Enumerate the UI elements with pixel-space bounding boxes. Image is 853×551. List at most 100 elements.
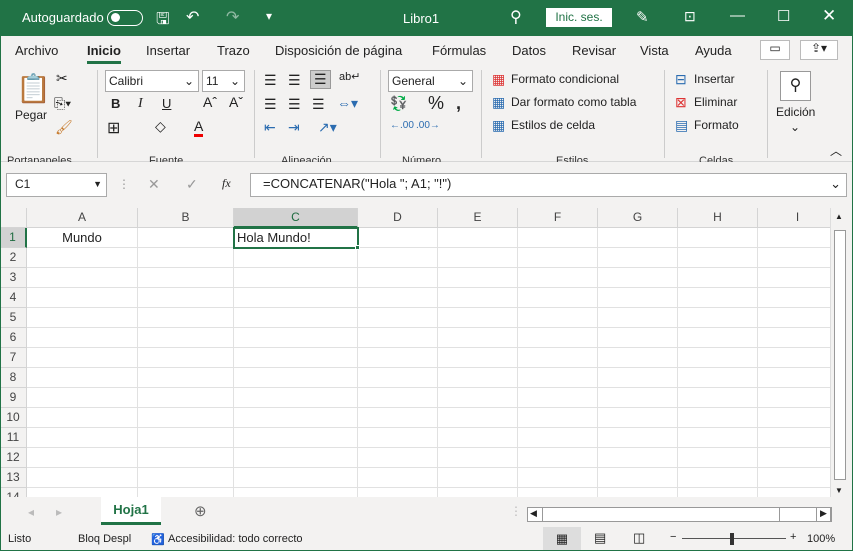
align-bottom-icon[interactable]: ☰: [310, 70, 331, 89]
sign-in-button[interactable]: Inic. ses.: [546, 8, 612, 27]
status-accessibility[interactable]: Accesibilidad: todo correcto: [168, 533, 303, 545]
cell-c5[interactable]: [234, 308, 358, 328]
cell-e3[interactable]: [438, 268, 518, 288]
tab-archivo[interactable]: Archivo: [15, 43, 58, 58]
scroll-left-icon[interactable]: ◀: [530, 508, 537, 519]
cell-a12[interactable]: [27, 448, 138, 468]
cell-a7[interactable]: [27, 348, 138, 368]
column-header-f[interactable]: F: [518, 208, 598, 228]
cell-f8[interactable]: [518, 368, 598, 388]
maximize-icon[interactable]: ☐: [777, 7, 790, 25]
align-top-icon[interactable]: ☰: [264, 72, 277, 89]
number-format-select[interactable]: General ⌄: [388, 70, 473, 92]
cell-h3[interactable]: [678, 268, 758, 288]
comma-style-icon[interactable]: ,: [456, 93, 461, 114]
zoom-in-icon[interactable]: +: [790, 531, 796, 543]
cell-f3[interactable]: [518, 268, 598, 288]
align-left-icon[interactable]: ☰: [264, 96, 277, 113]
cell-f6[interactable]: [518, 328, 598, 348]
cell-b7[interactable]: [138, 348, 234, 368]
save-icon[interactable]: 🖫: [156, 8, 170, 35]
cell-d6[interactable]: [358, 328, 438, 348]
fill-handle[interactable]: [355, 245, 360, 250]
cell-g11[interactable]: [598, 428, 678, 448]
splitter-icon[interactable]: ⋮: [510, 504, 522, 518]
cell-d2[interactable]: [358, 248, 438, 268]
cell-a6[interactable]: [27, 328, 138, 348]
row-header-7[interactable]: 7: [0, 348, 27, 368]
cell-d3[interactable]: [358, 268, 438, 288]
cell-d12[interactable]: [358, 448, 438, 468]
column-header-e[interactable]: E: [438, 208, 518, 228]
name-box[interactable]: C1 ▼: [6, 173, 107, 197]
cell-b11[interactable]: [138, 428, 234, 448]
decrease-font-icon[interactable]: Aˇ: [229, 94, 243, 110]
font-name-select[interactable]: Calibri ⌄: [105, 70, 199, 92]
cell-a8[interactable]: [27, 368, 138, 388]
cell-i13[interactable]: [758, 468, 830, 488]
tab-ayuda[interactable]: Ayuda: [695, 43, 732, 58]
cell-c4[interactable]: [234, 288, 358, 308]
cell-i4[interactable]: [758, 288, 830, 308]
row-header-9[interactable]: 9: [0, 388, 27, 408]
cell-f11[interactable]: [518, 428, 598, 448]
copy-icon[interactable]: ⎘▾: [54, 95, 71, 112]
scroll-up-icon[interactable]: ▲: [835, 212, 843, 221]
cell-h2[interactable]: [678, 248, 758, 268]
column-header-c[interactable]: C: [234, 208, 358, 228]
zoom-slider[interactable]: [682, 538, 786, 539]
cell-e6[interactable]: [438, 328, 518, 348]
fill-color-icon[interactable]: ◇: [155, 118, 166, 135]
row-header-1[interactable]: 1: [0, 228, 27, 248]
align-middle-icon[interactable]: ☰: [288, 72, 301, 89]
cut-icon[interactable]: ✂: [56, 70, 68, 87]
cell-h12[interactable]: [678, 448, 758, 468]
cell-h6[interactable]: [678, 328, 758, 348]
cell-styles-button[interactable]: Estilos de celda: [511, 118, 595, 132]
cell-g7[interactable]: [598, 348, 678, 368]
row-header-14[interactable]: 14: [0, 488, 27, 497]
cell-c10[interactable]: [234, 408, 358, 428]
decrease-indent-icon[interactable]: ⇤: [264, 119, 276, 136]
search-icon[interactable]: ⚲: [780, 71, 811, 101]
enter-icon[interactable]: ✓: [186, 176, 198, 193]
scroll-thumb[interactable]: [542, 508, 780, 521]
row-header-8[interactable]: 8: [0, 368, 27, 388]
align-center-icon[interactable]: ☰: [288, 96, 301, 113]
prev-sheet-icon[interactable]: ◂: [28, 505, 34, 519]
cell-h4[interactable]: [678, 288, 758, 308]
redo-icon[interactable]: ↷: [226, 7, 239, 27]
format-as-table-button[interactable]: Dar formato como tabla: [511, 95, 636, 109]
cell-d10[interactable]: [358, 408, 438, 428]
scroll-down-icon[interactable]: ▼: [835, 486, 843, 495]
tab-vista[interactable]: Vista: [640, 43, 669, 58]
cell-i6[interactable]: [758, 328, 830, 348]
column-header-i[interactable]: I: [758, 208, 830, 228]
cell-g3[interactable]: [598, 268, 678, 288]
cell-g13[interactable]: [598, 468, 678, 488]
cell-b9[interactable]: [138, 388, 234, 408]
tab-disposicion[interactable]: Disposición de página: [275, 43, 402, 58]
vertical-scrollbar[interactable]: ▲ ▼: [830, 208, 848, 497]
row-header-10[interactable]: 10: [0, 408, 27, 428]
cell-e5[interactable]: [438, 308, 518, 328]
cell-a10[interactable]: [27, 408, 138, 428]
cell-i12[interactable]: [758, 448, 830, 468]
cell-d7[interactable]: [358, 348, 438, 368]
column-header-a[interactable]: A: [27, 208, 138, 228]
align-right-icon[interactable]: ☰: [312, 96, 325, 113]
cell-e9[interactable]: [438, 388, 518, 408]
page-break-icon[interactable]: ◫: [633, 530, 645, 546]
cell-i7[interactable]: [758, 348, 830, 368]
cell-f2[interactable]: [518, 248, 598, 268]
row-header-12[interactable]: 12: [0, 448, 27, 468]
cell-c11[interactable]: [234, 428, 358, 448]
cell-e13[interactable]: [438, 468, 518, 488]
cell-c8[interactable]: [234, 368, 358, 388]
cell-b1[interactable]: [138, 228, 234, 248]
formula-input[interactable]: =CONCATENAR("Hola "; A1; "!") ⌄: [250, 173, 847, 197]
autosave-toggle[interactable]: [107, 10, 143, 26]
cell-i14[interactable]: [758, 488, 830, 497]
cell-h7[interactable]: [678, 348, 758, 368]
collapse-ribbon-icon[interactable]: ︿: [830, 142, 842, 159]
